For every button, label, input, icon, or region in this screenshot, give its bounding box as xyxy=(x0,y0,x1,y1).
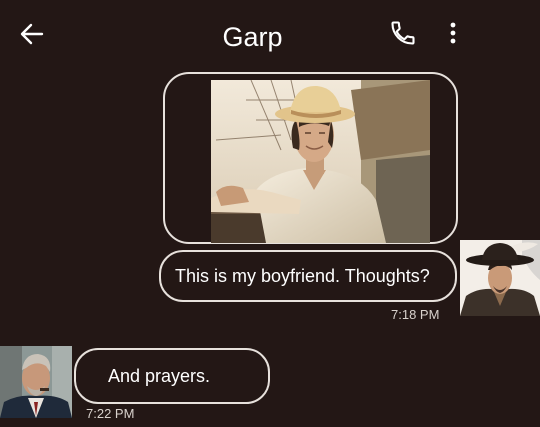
outgoing-message-timestamp: 7:18 PM xyxy=(391,307,440,322)
incoming-message-text: And prayers. xyxy=(108,365,211,386)
phone-icon xyxy=(391,21,415,45)
call-button[interactable] xyxy=(389,19,417,47)
outgoing-message-bubble[interactable]: This is my boyfriend. Thoughts? xyxy=(159,250,457,302)
more-vert-icon xyxy=(450,22,456,44)
photo-message-bubble[interactable] xyxy=(163,72,458,244)
outgoing-message-text: This is my boyfriend. Thoughts? xyxy=(175,265,430,286)
shared-photo[interactable] xyxy=(211,80,430,243)
conversation-title: Garp xyxy=(222,22,283,52)
contact-avatar[interactable] xyxy=(0,346,72,418)
incoming-message-timestamp: 7:22 PM xyxy=(86,406,135,421)
top-app-bar: Garp xyxy=(0,0,540,70)
incoming-message-bubble[interactable]: And prayers. xyxy=(74,348,270,404)
sender-avatar[interactable] xyxy=(460,240,540,316)
more-options-button[interactable] xyxy=(441,19,465,47)
